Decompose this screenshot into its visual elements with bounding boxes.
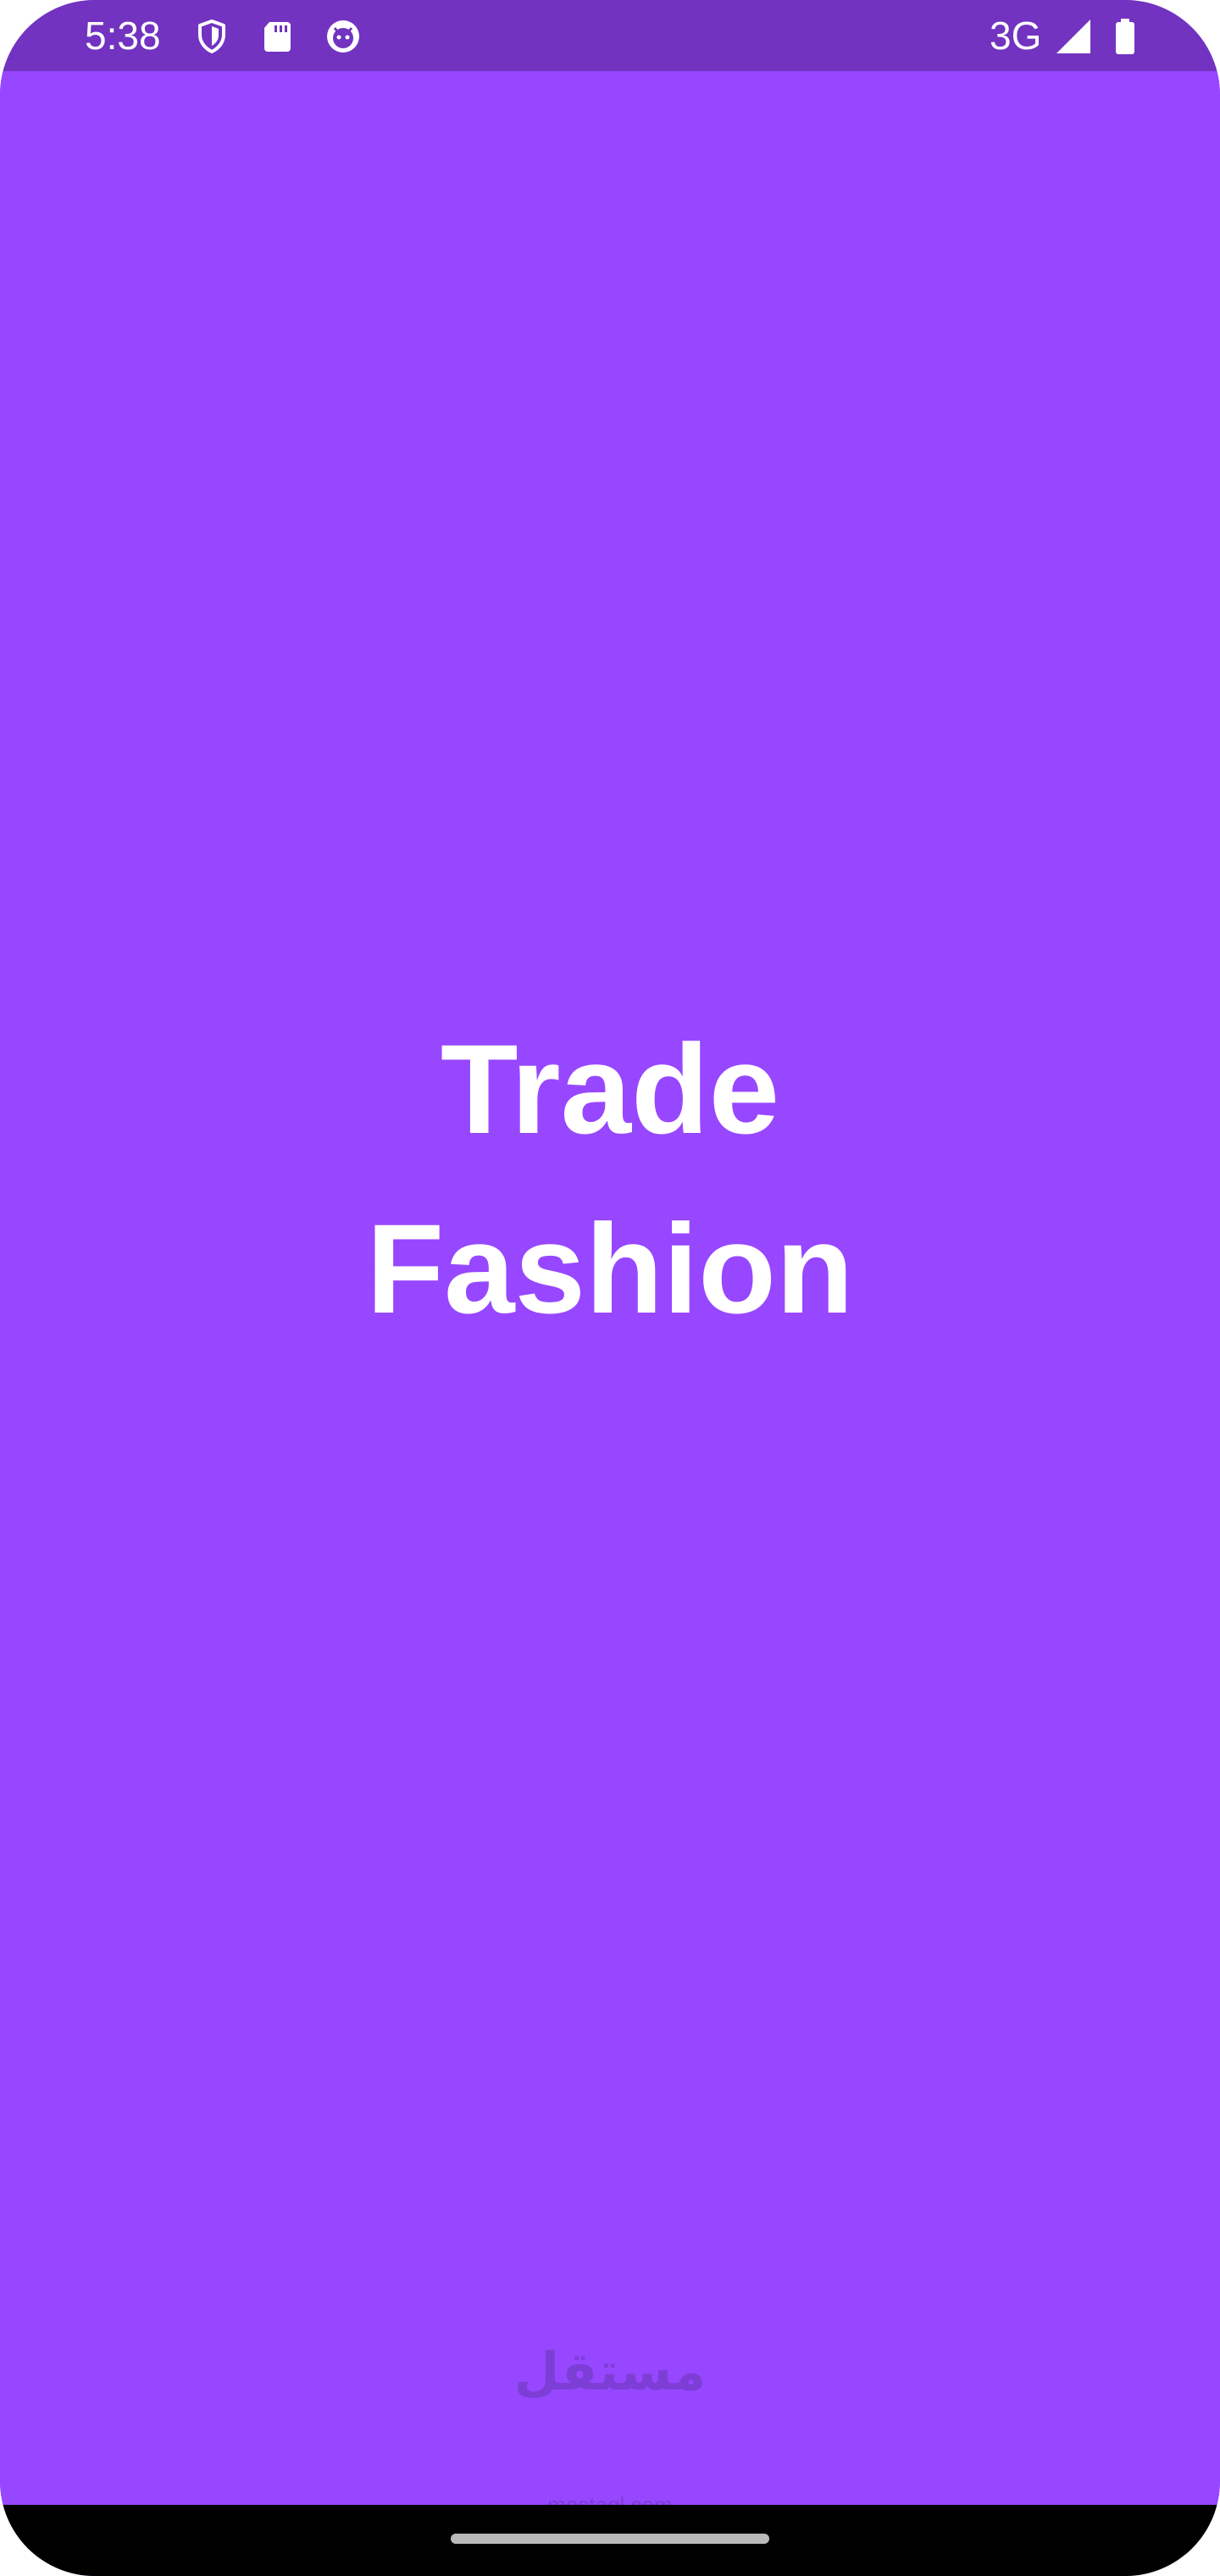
- status-time: 5:38: [85, 14, 161, 58]
- signal-icon: [1056, 19, 1090, 53]
- watermark-logo: مستقل: [513, 2343, 707, 2401]
- battery-icon: [1116, 19, 1134, 54]
- home-indicator[interactable]: [451, 2534, 769, 2544]
- navigation-bar: [0, 2505, 1220, 2576]
- app-notification-icon: [327, 20, 359, 53]
- status-bar: 5:38 3G: [0, 0, 1220, 71]
- app-title-line-1: Trade: [440, 1018, 780, 1160]
- shield-icon: [198, 19, 225, 53]
- phone-screen: 5:38 3G Trade Fashion مستقل: [0, 0, 1220, 2576]
- network-type: 3G: [990, 14, 1042, 58]
- sd-card-icon: [264, 22, 291, 52]
- app-title-line-2: Fashion: [366, 1197, 854, 1340]
